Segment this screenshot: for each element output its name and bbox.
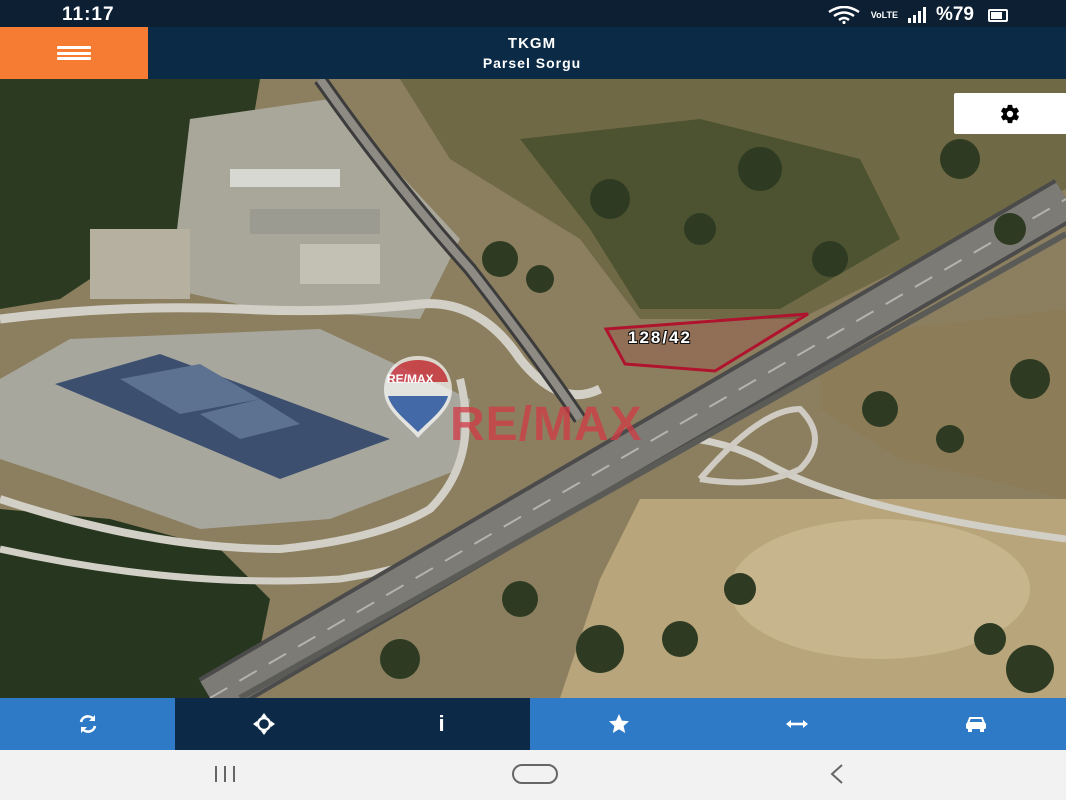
android-nav-bar	[0, 750, 1066, 800]
measure-button[interactable]	[708, 698, 886, 750]
home-icon[interactable]	[512, 764, 558, 784]
header-titles: TKGM Parsel Sorgu	[148, 27, 1066, 79]
hamburger-icon	[57, 46, 91, 60]
status-bar: 11:17 VoLTE %79	[0, 0, 1066, 27]
refresh-icon	[79, 715, 96, 733]
settings-button[interactable]	[954, 93, 1066, 134]
info-icon: i	[438, 711, 445, 736]
status-time: 11:17	[62, 4, 115, 25]
app-title: TKGM	[507, 35, 557, 52]
gear-icon	[1001, 104, 1019, 123]
battery-icon	[988, 8, 1008, 22]
remax-balloon-logo	[384, 356, 452, 438]
wifi-icon	[827, 5, 861, 25]
status-icons: VoLTE %79	[827, 4, 1008, 26]
satellite-map[interactable]: RE/MAX RE/MAX 128/42	[0, 79, 1066, 698]
map-imagery	[0, 79, 1066, 698]
star-icon	[609, 714, 629, 733]
car-button[interactable]	[886, 698, 1066, 750]
info-button[interactable]: i	[353, 698, 530, 750]
battery-percent: %79	[935, 4, 974, 25]
favorite-button[interactable]	[530, 698, 708, 750]
recent-apps-icon[interactable]	[215, 766, 235, 782]
back-icon[interactable]	[826, 763, 848, 785]
locate-button[interactable]	[175, 698, 353, 750]
app-subtitle: Parsel Sorgu	[482, 55, 582, 71]
bottom-toolbar: i	[0, 698, 1066, 750]
locate-icon	[253, 713, 275, 735]
menu-button[interactable]	[0, 27, 148, 79]
measure-icon	[786, 720, 808, 728]
watermark-logo-text: RE/MAX	[387, 372, 434, 386]
car-icon	[966, 717, 986, 732]
watermark-text: RE/MAX	[450, 398, 643, 451]
signal-icon	[907, 7, 926, 23]
parcel-label[interactable]: 128/42	[628, 328, 692, 348]
refresh-button[interactable]	[0, 698, 175, 750]
volte-label: VoLTE	[870, 9, 898, 20]
app-header: TKGM Parsel Sorgu	[0, 27, 1066, 79]
